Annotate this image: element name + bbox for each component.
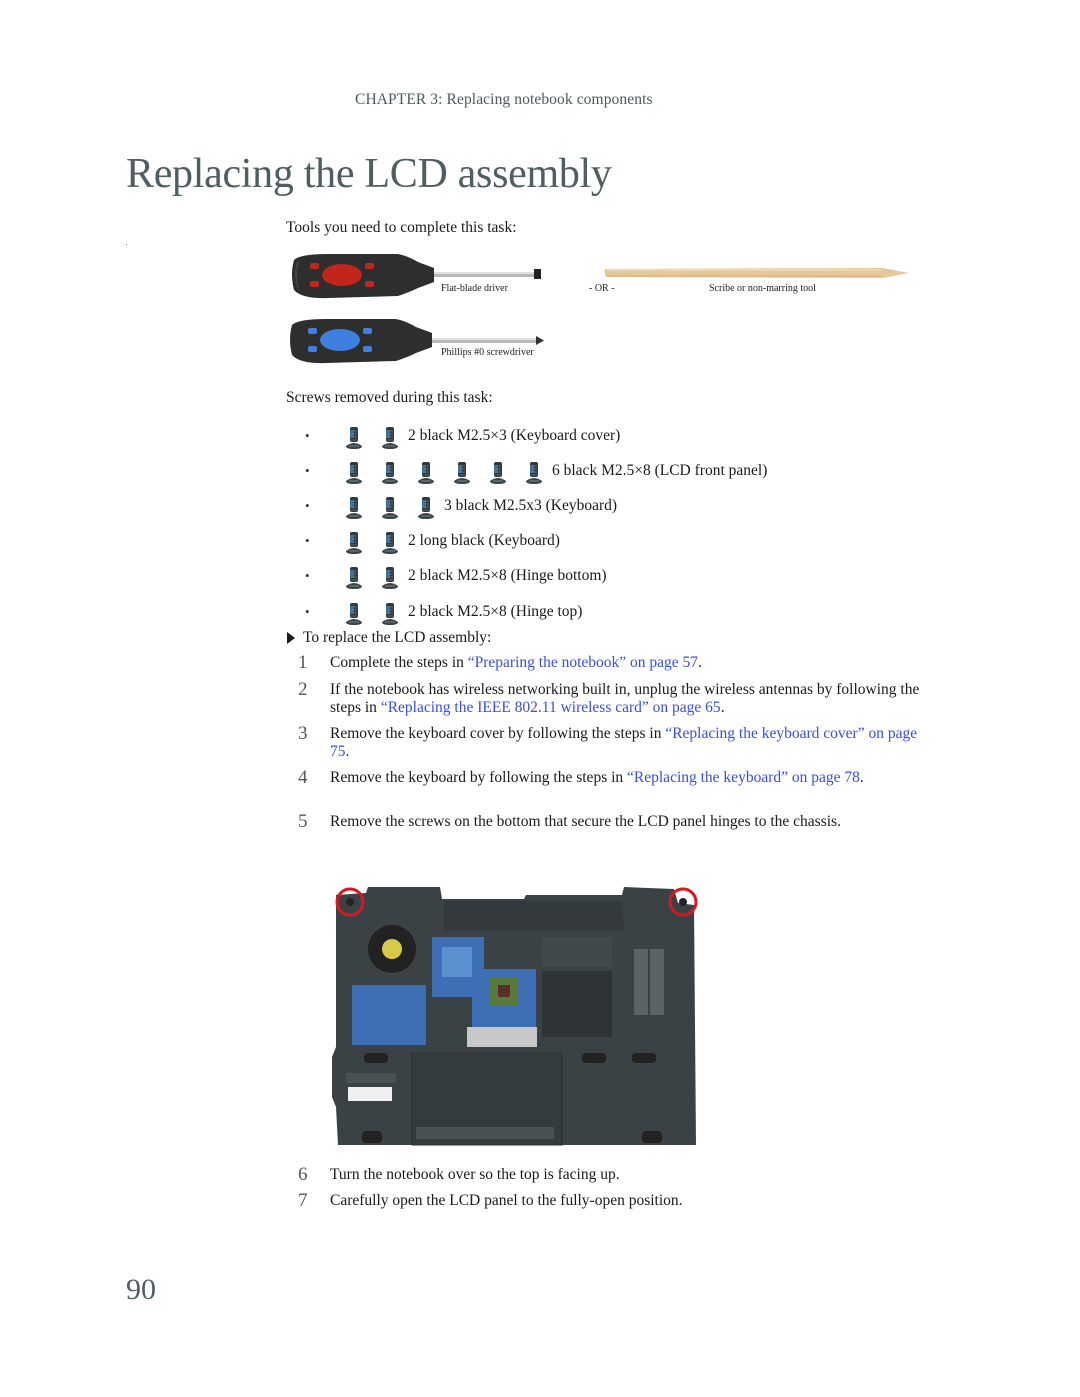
step-text-body: Carefully open the LCD panel to the full… (330, 1192, 683, 1209)
screw-icon (336, 457, 372, 485)
step-text: Turn the notebook over so the top is fac… (330, 1166, 930, 1184)
screw-icon (516, 457, 552, 485)
screw-list-item: • 2 black M2.5×8 (Hinge bottom) (300, 559, 767, 594)
step-text: Carefully open the LCD panel to the full… (330, 1192, 930, 1210)
flat-blade-driver-label: Flat-blade driver (441, 283, 508, 294)
procedure-step: 3 Remove the keyboard cover by following … (298, 723, 938, 761)
screw-label: 2 black M2.5×3 (Keyboard cover) (408, 426, 621, 444)
screw-icon (372, 492, 408, 520)
running-header: CHAPTER 3: Replacing notebook components (355, 91, 653, 108)
bullet: • (305, 568, 310, 584)
screw-icon (372, 598, 408, 626)
step-number: 1 (298, 652, 308, 673)
step-text-suffix: . (720, 699, 725, 716)
screw-icons (336, 422, 408, 450)
step-text: Complete the steps in “Preparing the not… (330, 654, 930, 672)
page-title: Replacing the LCD assembly (126, 151, 612, 197)
screw-list-item: • 2 black M2.5×3 (Keyboard cover) (300, 418, 767, 453)
screws-heading: Screws removed during this task: (286, 389, 493, 406)
screw-icons (336, 527, 408, 555)
screw-icon (372, 562, 408, 590)
procedure-step: 7 Carefully open the LCD panel to the ful… (298, 1190, 938, 1211)
step-text-suffix: . (345, 743, 350, 760)
cross-reference-link[interactable]: “Replacing the keyboard” on page 78 (627, 769, 860, 786)
screw-label: 2 black M2.5×8 (Hinge top) (408, 602, 583, 620)
screw-icon (336, 492, 372, 520)
screw-icon (408, 457, 444, 485)
step-number: 4 (298, 767, 308, 788)
step-text: Remove the screws on the bottom that sec… (330, 813, 930, 831)
screw-list-item: • 2 black M2.5×8 (Hinge top) (300, 594, 767, 629)
screw-icon (372, 422, 408, 450)
screw-list-item: • 3 black M2.5x3 (Keyboard) (300, 488, 767, 523)
screw-icon (336, 527, 372, 555)
page-number: 90 (126, 1273, 156, 1306)
screw-label: 2 black M2.5×8 (Hinge bottom) (408, 567, 607, 585)
notebook-bottom-illustration (322, 877, 744, 1147)
screw-icons (336, 457, 552, 485)
phillips-screwdriver-image (286, 317, 566, 370)
tools-heading: Tools you need to complete this task: (286, 219, 517, 236)
step-number: 2 (298, 679, 308, 700)
screw-icon (336, 598, 372, 626)
step-text-suffix: . (859, 769, 864, 786)
step-number: 6 (298, 1164, 308, 1185)
stray-mark (126, 244, 127, 245)
bullet: • (305, 603, 310, 619)
scribe-tool-icon (604, 268, 909, 278)
step-number: 3 (298, 723, 308, 744)
procedure-step: 1 Complete the steps in “Preparing the no… (298, 652, 938, 673)
procedure-heading: To replace the LCD assembly: (287, 629, 491, 647)
flat-blade-driver-image (288, 252, 600, 305)
step-number: 5 (298, 811, 308, 832)
procedure-step: 5 Remove the screws on the bottom that se… (298, 811, 938, 832)
step-number: 7 (298, 1190, 308, 1211)
notebook-bottom-photo (322, 877, 744, 1147)
bullet: • (305, 533, 310, 549)
screw-label: 6 black M2.5×8 (LCD front panel) (552, 461, 768, 479)
step-text-body: Complete the steps in (330, 654, 468, 671)
procedure-heading-text: To replace the LCD assembly: (303, 629, 492, 646)
step-text: Remove the keyboard cover by following t… (330, 725, 930, 761)
step-text-body: Remove the keyboard by following the ste… (330, 769, 628, 786)
screw-icon (480, 457, 516, 485)
procedure-step: 4 Remove the keyboard by following the st… (298, 767, 938, 788)
screw-icons (336, 562, 408, 590)
screw-icon (372, 527, 408, 555)
screw-list-item: • 6 black M2.5×8 (LCD front panel) (300, 453, 767, 488)
screw-list: • 2 black M2.5×3 (Keyboard cover) • 6 black… (300, 418, 767, 629)
cross-reference-link[interactable]: “Replacing the IEEE 802.11 wireless card… (381, 699, 721, 716)
phillips-screwdriver-label: Phillips #0 screwdriver (441, 347, 534, 358)
screw-icon (336, 562, 372, 590)
step-text: If the notebook has wireless networking … (330, 681, 930, 717)
bullet: • (305, 462, 310, 478)
scribe-tool-label: Scribe or non-marring tool (709, 283, 816, 294)
step-text-body: Remove the keyboard cover by following t… (330, 725, 666, 742)
screw-icon (336, 422, 372, 450)
screw-list-item: • 2 long black (Keyboard) (300, 524, 767, 559)
screw-icon (408, 492, 444, 520)
step-text-body: Remove the screws on the bottom that sec… (330, 813, 841, 830)
screw-label: 2 long black (Keyboard) (408, 532, 560, 550)
step-text-suffix: . (698, 654, 702, 671)
procedure-arrow-icon (287, 632, 295, 644)
screw-icon (372, 457, 408, 485)
screw-icons (336, 492, 444, 520)
screw-icon (444, 457, 480, 485)
step-text-body: Turn the notebook over so the top is fac… (330, 1166, 620, 1183)
step-text: Remove the keyboard by following the ste… (330, 769, 930, 787)
screw-icons (336, 598, 408, 626)
screw-label: 3 black M2.5x3 (Keyboard) (444, 496, 618, 514)
procedure-step: 2 If the notebook has wireless networking… (298, 679, 938, 717)
bullet: • (305, 427, 310, 443)
procedure-step: 6 Turn the notebook over so the top is fa… (298, 1164, 938, 1185)
bullet: • (305, 497, 310, 513)
cross-reference-link[interactable]: “Preparing the notebook” on page 57 (468, 654, 698, 671)
